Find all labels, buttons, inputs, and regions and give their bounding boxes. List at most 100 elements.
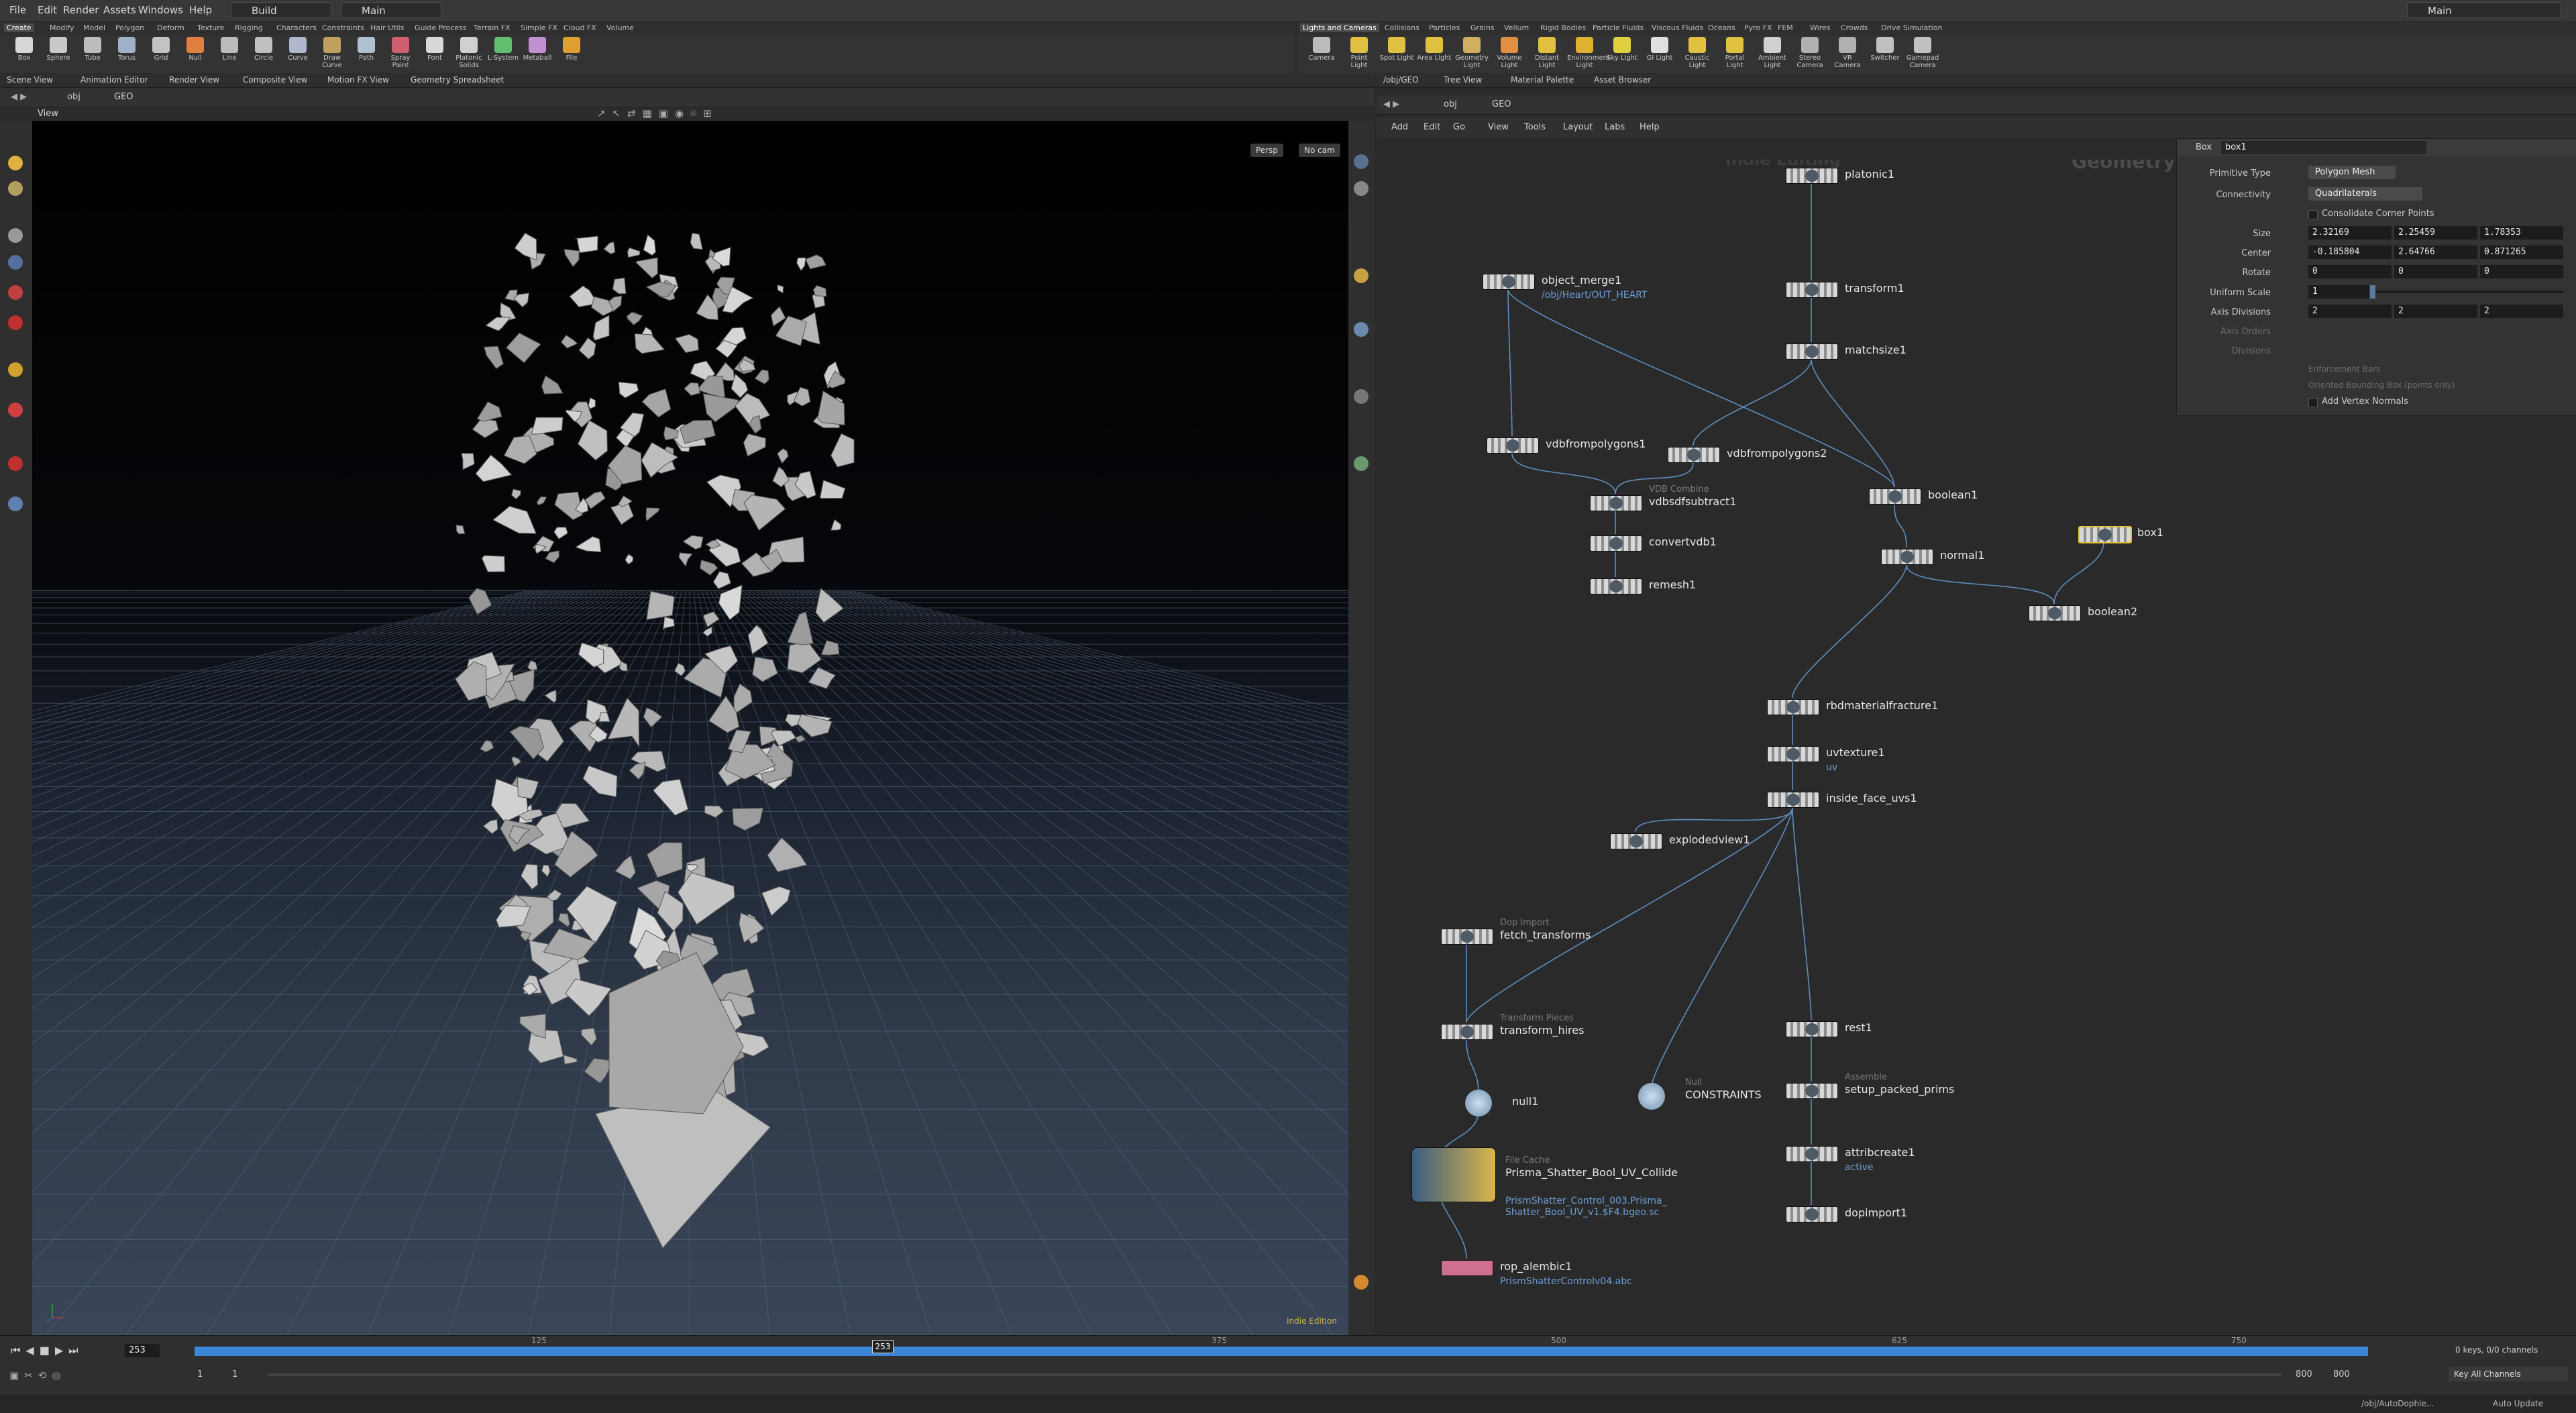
- tool-gamepad-camera[interactable]: Gamepad Camera: [1905, 37, 1940, 72]
- vertex-normals-checkbox[interactable]: [2308, 398, 2318, 407]
- param-node-name[interactable]: box1: [2221, 141, 2426, 154]
- shelf-tab-collisions[interactable]: Collisions: [1385, 23, 1419, 32]
- path-obj[interactable]: obj: [1444, 99, 1457, 109]
- pane-tab-material-palette[interactable]: Material Palette: [1511, 75, 1574, 85]
- network-menu-view[interactable]: View: [1488, 122, 1509, 132]
- auto-update-button[interactable]: Auto Update: [2493, 1399, 2543, 1408]
- shelf-tab-guide-process[interactable]: Guide Process: [415, 23, 467, 32]
- shading-icon[interactable]: [1354, 389, 1368, 404]
- path-geo[interactable]: GEO: [114, 92, 133, 102]
- shelf-tab-particles[interactable]: Particles: [1429, 23, 1460, 32]
- network-menu-edit[interactable]: Edit: [1424, 122, 1440, 132]
- menu-render[interactable]: Render: [63, 4, 99, 16]
- timeline-bar[interactable]: [195, 1347, 2368, 1356]
- tool-font[interactable]: Font: [417, 37, 452, 72]
- tool-curve[interactable]: Curve: [280, 37, 315, 72]
- shelf-tab-pyro-fx[interactable]: Pyro FX: [1744, 23, 1772, 32]
- light-icon[interactable]: [1354, 268, 1368, 283]
- scene-viewport[interactable]: Persp No cam Indie Edition: [32, 121, 1348, 1335]
- shelf-tab-oceans[interactable]: Oceans: [1708, 23, 1735, 32]
- network-menu-tools[interactable]: Tools: [1524, 122, 1546, 132]
- axis-div-y[interactable]: 2: [2394, 305, 2477, 318]
- tool-switcher[interactable]: Switcher: [1868, 37, 1902, 72]
- pane-tab-obj-geo[interactable]: /obj/GEO: [1383, 75, 1419, 85]
- display-options-icon[interactable]: [1354, 154, 1368, 169]
- center-x[interactable]: -0.185804: [2308, 246, 2392, 259]
- display-icon[interactable]: [8, 496, 23, 511]
- rotate-y[interactable]: 0: [2394, 265, 2477, 278]
- shelf-tab-polygon[interactable]: Polygon: [115, 23, 144, 32]
- shelf-tab-vellum[interactable]: Vellum: [1504, 23, 1529, 32]
- uniform-scale-slider[interactable]: [2371, 291, 2563, 293]
- pane-tab-asset-browser[interactable]: Asset Browser: [1594, 75, 1651, 85]
- back-icon[interactable]: ◀ ▶: [11, 92, 27, 102]
- shelf-tab-grains[interactable]: Grains: [1470, 23, 1495, 32]
- size-x[interactable]: 2.32169: [2308, 226, 2392, 240]
- shelf-tab-characters[interactable]: Characters: [276, 23, 317, 32]
- tool-file[interactable]: File: [554, 37, 589, 72]
- pane-tab-geometry-spreadsheet[interactable]: Geometry Spreadsheet: [411, 75, 504, 85]
- center-z[interactable]: 0.871265: [2480, 246, 2563, 259]
- right-desktop-select[interactable]: Main: [2407, 2, 2561, 18]
- size-z[interactable]: 1.78353: [2480, 226, 2563, 240]
- start-frame[interactable]: 1: [197, 1369, 203, 1379]
- back-icon[interactable]: ◀ ▶: [1383, 99, 1399, 109]
- persp-menu[interactable]: Persp: [1250, 144, 1283, 157]
- axis-div-x[interactable]: 2: [2308, 305, 2392, 318]
- menu-file[interactable]: File: [9, 4, 26, 16]
- tool-portal-light[interactable]: Portal Light: [1717, 37, 1752, 72]
- shelf-tab-rigid-bodies[interactable]: Rigid Bodies: [1540, 23, 1586, 32]
- range-slider[interactable]: [268, 1373, 2281, 1376]
- pane-tab-animation-editor[interactable]: Animation Editor: [80, 75, 148, 85]
- tool-grid[interactable]: Grid: [144, 37, 178, 72]
- pane-tab-composite-view[interactable]: Composite View: [243, 75, 307, 85]
- menu-assets[interactable]: Assets: [103, 4, 136, 16]
- path-geo[interactable]: GEO: [1492, 99, 1511, 109]
- tool-sky-light[interactable]: Sky Light: [1605, 37, 1640, 72]
- tool-line[interactable]: Line: [212, 37, 247, 72]
- lock-icon[interactable]: [1354, 181, 1368, 196]
- select-icon[interactable]: [8, 156, 23, 170]
- end-frame[interactable]: 800: [2296, 1369, 2312, 1379]
- move-icon[interactable]: [8, 181, 23, 196]
- pane-tab-motion-fx-view[interactable]: Motion FX View: [327, 75, 389, 85]
- uniform-scale-handle[interactable]: [2370, 285, 2375, 299]
- wireframe-icon[interactable]: [1354, 322, 1368, 337]
- vis-icon[interactable]: [1354, 456, 1368, 471]
- start-frame-2[interactable]: 1: [232, 1369, 237, 1379]
- tool-caustic-light[interactable]: Caustic Light: [1680, 37, 1715, 72]
- paint-icon[interactable]: [8, 362, 23, 377]
- menu-edit[interactable]: Edit: [38, 4, 57, 16]
- shelf-tab-crowds[interactable]: Crowds: [1841, 23, 1868, 32]
- shelf-tab-modify[interactable]: Modify: [50, 23, 74, 32]
- tool-torus[interactable]: Torus: [109, 37, 144, 72]
- axis-div-z[interactable]: 2: [2480, 305, 2563, 318]
- context-select[interactable]: Main: [341, 2, 441, 18]
- tool-platonic-solids[interactable]: Platonic Solids: [451, 37, 486, 72]
- shelf-tab-rigging[interactable]: Rigging: [235, 23, 263, 32]
- current-frame-field[interactable]: 253: [125, 1344, 160, 1357]
- network-menu-labs[interactable]: Labs: [1605, 122, 1625, 132]
- end-frame-2[interactable]: 800: [2333, 1369, 2350, 1379]
- shelf-tab-volume[interactable]: Volume: [606, 23, 634, 32]
- primitive-type-menu[interactable]: Polygon Mesh: [2308, 166, 2396, 179]
- shelf-tab-lights-and-cameras[interactable]: Lights and Cameras: [1300, 23, 1379, 32]
- menu-windows[interactable]: Windows: [138, 4, 183, 16]
- shelf-tab-create[interactable]: Create: [4, 23, 34, 32]
- magnet-icon[interactable]: [8, 285, 23, 300]
- pane-tab-render-view[interactable]: Render View: [169, 75, 219, 85]
- network-menu-layout[interactable]: Layout: [1563, 122, 1593, 132]
- tool-volume-light[interactable]: Volume Light: [1492, 37, 1527, 72]
- menu-help[interactable]: Help: [189, 4, 212, 16]
- tool-circle[interactable]: Circle: [246, 37, 281, 72]
- connectivity-menu[interactable]: Quadrilaterals: [2308, 187, 2422, 201]
- tool-distant-light[interactable]: Distant Light: [1529, 37, 1564, 72]
- size-y[interactable]: 2.25459: [2394, 226, 2477, 240]
- consolidate-checkbox[interactable]: [2308, 210, 2318, 219]
- network-menu-go[interactable]: Go: [1453, 122, 1465, 132]
- shelf-tab-deform[interactable]: Deform: [157, 23, 184, 32]
- tool-stereo-camera[interactable]: Stereo Camera: [1792, 37, 1827, 72]
- path-obj[interactable]: obj: [67, 92, 80, 102]
- tool-area-light[interactable]: Area Light: [1417, 37, 1452, 72]
- uniform-scale-field[interactable]: 1: [2308, 285, 2369, 299]
